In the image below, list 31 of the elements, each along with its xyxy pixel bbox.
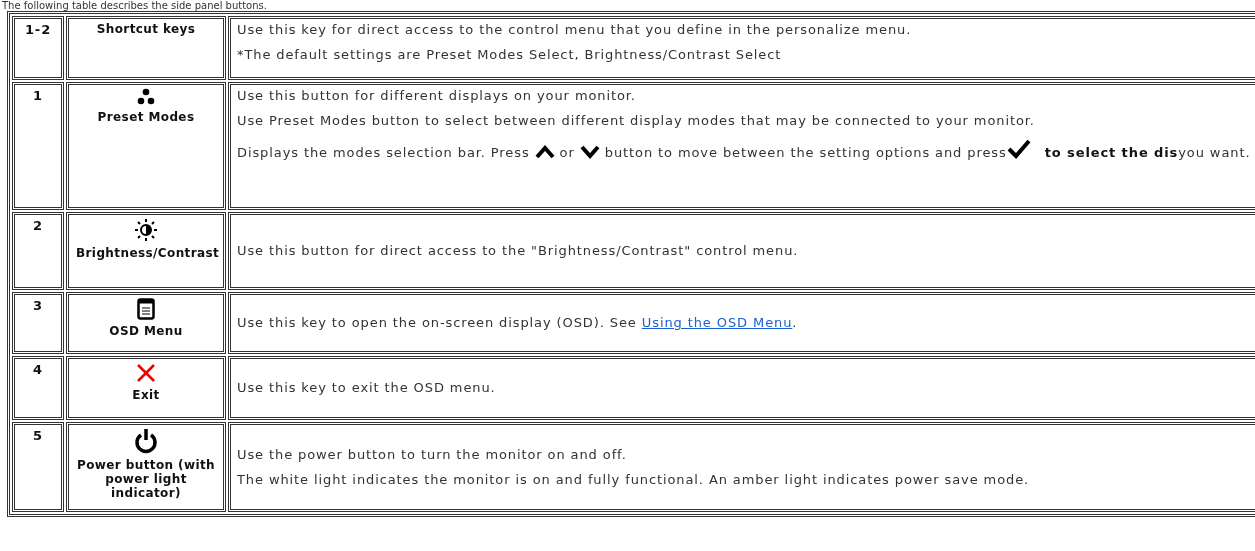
button-number: 1: [33, 88, 43, 103]
description-text: Use this key for direct access to the control menu that you define in the personalize menu.: [237, 23, 913, 37]
up-chevron-icon: [534, 145, 555, 159]
button-label: Shortcut keys: [96, 22, 196, 36]
button-label: Power button (with power light indicator): [76, 458, 216, 500]
description-text: Use this key to exit the OSD menu.: [237, 381, 497, 395]
button-number: 1-2: [24, 22, 52, 37]
down-chevron-icon: [579, 145, 600, 159]
button-number: 4: [33, 362, 43, 377]
caption-text: The following table describes the side panel buttons.: [1, 0, 268, 11]
close-icon: [135, 362, 157, 384]
description-text: Use this button for different displays on your monitor.: [237, 89, 637, 103]
menu-icon: [137, 298, 155, 320]
button-number: 2: [33, 218, 43, 233]
description-text: *The default settings are Preset Modes Select, Brightness/Contrast Select: [237, 48, 783, 62]
description-text: Use this button for direct access to the "Brightness/Contrast" control menu.: [237, 244, 800, 258]
button-label: Exit: [132, 388, 160, 402]
description-text: Use the power button to turn the monitor on and off.: [237, 447, 628, 462]
description-text: Use this key to open the on-screen display (OSD). See Using the OSD Menu.: [237, 316, 799, 330]
three-dots-icon: [137, 88, 155, 106]
checkmark-icon: [1006, 139, 1031, 159]
brightness-icon: [134, 218, 158, 242]
power-icon: [134, 428, 158, 454]
osd-menu-link[interactable]: Using the OSD Menu: [641, 315, 793, 330]
button-label: OSD Menu: [109, 324, 183, 338]
description-text: The white light indicates the monitor is on and fully functional. An amber light indicates power save mode.: [237, 472, 1031, 487]
description-text: Displays the modes selection bar. Press or button to move between the setting options and press to select the disyou want.: [237, 139, 1255, 160]
button-number: 3: [33, 298, 43, 313]
button-label: Preset Modes: [97, 110, 195, 124]
description-text: Use Preset Modes button to select between different display modes that may be connected to your monitor.: [237, 114, 1036, 128]
button-number: 5: [33, 428, 43, 443]
